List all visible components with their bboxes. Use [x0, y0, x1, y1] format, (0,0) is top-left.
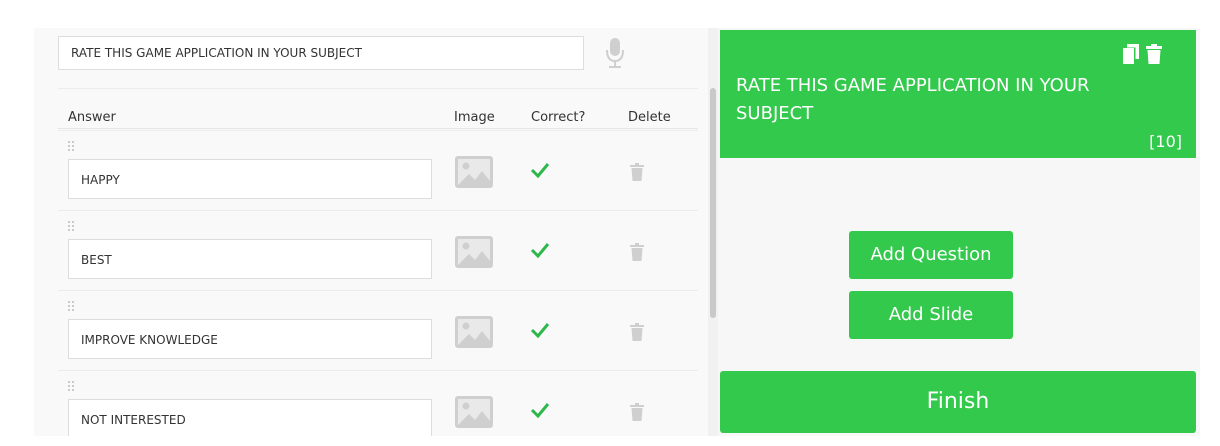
- question-editor: RATE THIS GAME APPLICATION IN YOUR SUBJE…: [34, 28, 708, 436]
- question-input[interactable]: RATE THIS GAME APPLICATION IN YOUR SUBJE…: [58, 36, 584, 70]
- checkmark-icon[interactable]: [530, 241, 550, 259]
- table-row: IMPROVE KNOWLEDGE: [58, 290, 698, 371]
- divider: [58, 88, 698, 89]
- trash-icon[interactable]: [630, 243, 644, 261]
- answer-input[interactable]: NOT INTERESTED: [68, 399, 432, 436]
- header-image: Image: [454, 110, 495, 125]
- drag-handle-icon[interactable]: [68, 221, 74, 231]
- trash-icon[interactable]: [630, 323, 644, 341]
- image-icon[interactable]: [454, 395, 494, 429]
- table-row: HAPPY: [58, 130, 698, 211]
- table-row: NOT INTERESTED: [58, 370, 698, 436]
- checkmark-icon[interactable]: [530, 161, 550, 179]
- trash-icon[interactable]: [1146, 44, 1162, 64]
- image-icon[interactable]: [454, 235, 494, 269]
- drag-handle-icon[interactable]: [68, 141, 74, 151]
- add-question-button[interactable]: Add Question: [849, 231, 1013, 279]
- header-correct: Correct?: [531, 110, 586, 125]
- image-icon[interactable]: [454, 315, 494, 349]
- answer-input[interactable]: BEST: [68, 239, 432, 279]
- drag-handle-icon[interactable]: [68, 381, 74, 391]
- question-card[interactable]: RATE THIS GAME APPLICATION IN YOUR SUBJE…: [720, 30, 1196, 158]
- table-row: BEST: [58, 210, 698, 291]
- trash-icon[interactable]: [630, 163, 644, 181]
- points-badge: [10]: [1149, 132, 1182, 151]
- slide-panel: RATE THIS GAME APPLICATION IN YOUR SUBJE…: [720, 30, 1196, 436]
- answer-input[interactable]: IMPROVE KNOWLEDGE: [68, 319, 432, 359]
- trash-icon[interactable]: [630, 403, 644, 421]
- checkmark-icon[interactable]: [530, 401, 550, 419]
- finish-button[interactable]: Finish: [720, 371, 1196, 433]
- card-title: RATE THIS GAME APPLICATION IN YOUR SUBJE…: [736, 75, 1090, 124]
- answer-input[interactable]: HAPPY: [68, 159, 432, 199]
- scrollbar[interactable]: [708, 28, 718, 436]
- microphone-icon[interactable]: [604, 36, 626, 70]
- drag-handle-icon[interactable]: [68, 301, 74, 311]
- header-delete: Delete: [628, 110, 671, 125]
- add-slide-button[interactable]: Add Slide: [849, 291, 1013, 339]
- header-answer: Answer: [68, 110, 116, 125]
- copy-icon[interactable]: [1123, 44, 1139, 64]
- checkmark-icon[interactable]: [530, 321, 550, 339]
- image-icon[interactable]: [454, 155, 494, 189]
- header-divider: [58, 128, 698, 129]
- editor-frame: RATE THIS GAME APPLICATION IN YOUR SUBJE…: [34, 18, 1200, 436]
- top-strip: [34, 18, 1200, 28]
- scrollbar-thumb[interactable]: [710, 88, 716, 318]
